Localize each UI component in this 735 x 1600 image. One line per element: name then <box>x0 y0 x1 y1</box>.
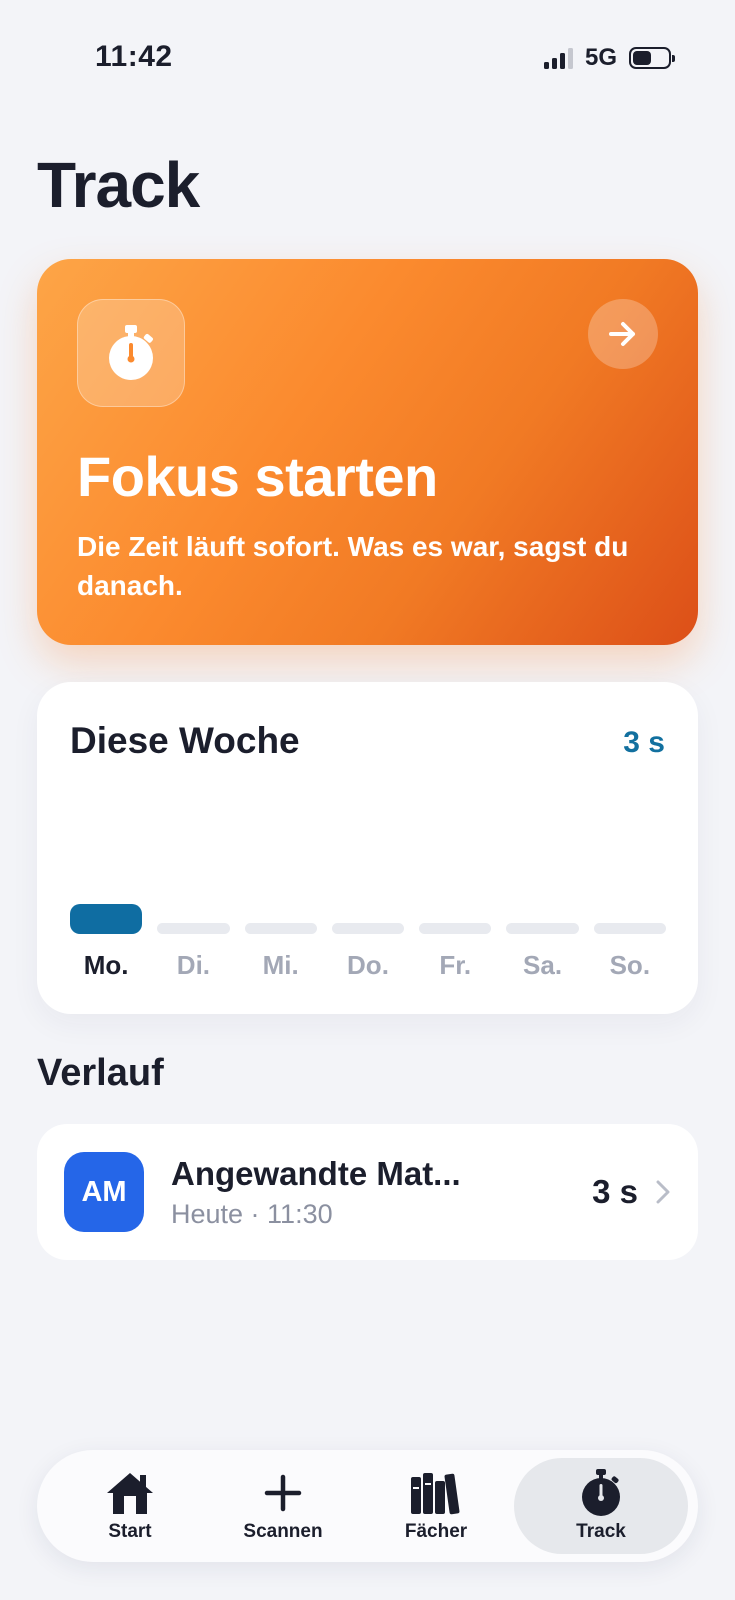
history-section-title: Verlauf <box>37 1052 164 1094</box>
arrow-right-icon[interactable] <box>588 299 658 369</box>
tab-start[interactable]: Start <box>55 1450 205 1562</box>
network-label: 5G <box>584 44 617 71</box>
day-label: Mi. <box>262 950 299 980</box>
status-indicators: 5G <box>543 44 675 72</box>
chevron-right-icon <box>656 1180 670 1204</box>
signal-icon <box>543 47 573 69</box>
battery-icon <box>629 47 675 69</box>
week-total: 3 s <box>623 726 665 759</box>
history-item[interactable]: AM Angewandte Mat... Heute · 11:30 3 s <box>37 1124 698 1260</box>
status-time: 11:42 <box>95 40 173 73</box>
day-label: Sa. <box>523 950 563 980</box>
day-label: So. <box>609 950 651 980</box>
day-bar <box>244 923 317 934</box>
day-column-di: Di. <box>157 904 230 981</box>
tab-faecher[interactable]: Fächer <box>361 1450 511 1562</box>
stopwatch-icon <box>77 299 185 407</box>
day-column-do: Do. <box>331 904 405 981</box>
day-column-sa: Sa. <box>506 904 579 981</box>
page-title: Track <box>37 149 200 221</box>
day-bar <box>419 923 492 934</box>
home-icon <box>104 1469 156 1517</box>
tab-label: Fächer <box>404 1521 468 1542</box>
plus-icon <box>264 1469 302 1517</box>
day-bar <box>331 923 405 934</box>
week-bar-chart: Mo. Di. Mi. Do. Fr. Sa. So. <box>70 904 666 981</box>
day-bar <box>593 923 666 934</box>
tab-scannen[interactable]: Scannen <box>208 1450 358 1562</box>
day-column-so: So. <box>593 904 666 981</box>
day-label: Di. <box>176 950 211 980</box>
day-column-fr: Fr. <box>419 904 492 981</box>
tab-label: Start <box>108 1521 152 1542</box>
books-icon <box>409 1469 463 1517</box>
day-label: Fr. <box>439 950 472 980</box>
subject-avatar: AM <box>64 1152 144 1232</box>
focus-start-card[interactable]: Fokus starten Die Zeit läuft sofort. Was… <box>37 259 698 645</box>
tab-label: Scannen <box>243 1521 323 1542</box>
tab-track[interactable]: Track <box>514 1458 688 1554</box>
week-summary-card: Diese Woche 3 s Mo. Di. Mi. Do. Fr. Sa. <box>37 682 698 1014</box>
history-item-title: Angewandte Mat... <box>171 1154 461 1192</box>
day-label: Do. <box>347 950 389 980</box>
history-item-time: Heute · 11:30 <box>171 1198 333 1229</box>
week-title: Diese Woche <box>70 720 300 761</box>
tab-label: Track <box>576 1521 626 1542</box>
day-bar <box>70 904 143 934</box>
stopwatch-icon <box>578 1469 624 1517</box>
tab-bar: Start Scannen Fächer Track <box>37 1450 698 1562</box>
focus-subtitle: Die Zeit läuft sofort. Was es war, sagst… <box>77 531 629 601</box>
history-item-duration: 3 s <box>592 1173 638 1210</box>
day-bar <box>506 923 579 934</box>
day-column-mi: Mi. <box>244 904 317 981</box>
day-label: Mo. <box>83 950 129 980</box>
day-bar <box>157 923 230 934</box>
focus-title: Fokus starten <box>77 445 438 508</box>
day-column-mo: Mo. <box>70 904 143 981</box>
